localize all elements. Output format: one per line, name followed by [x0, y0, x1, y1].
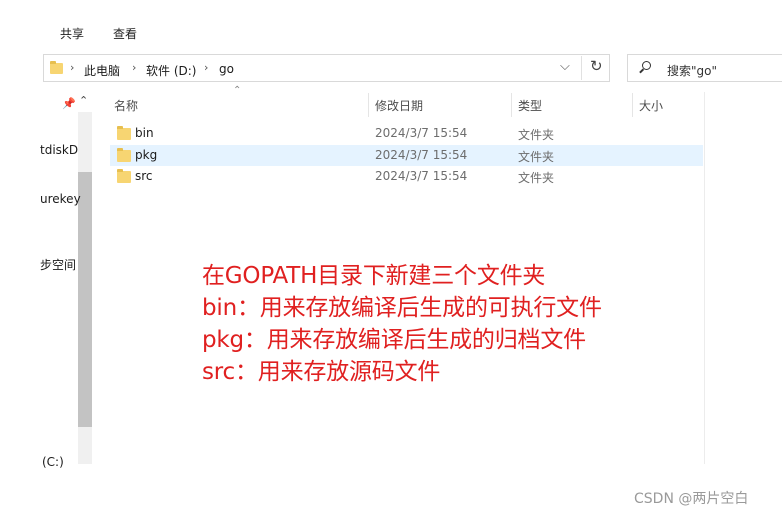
divider [581, 56, 582, 80]
tab-share[interactable]: 共享 [60, 25, 84, 42]
annotation-line: pkg：用来存放编译后生成的归档文件 [202, 327, 586, 353]
divider [704, 92, 705, 464]
refresh-icon[interactable]: ↻ [590, 57, 603, 75]
column-header-name[interactable]: 名称 [114, 97, 138, 114]
file-row[interactable]: pkg 2024/3/7 15:54 文件夹 [110, 145, 703, 166]
file-date: 2024/3/7 15:54 [375, 126, 468, 140]
scrollbar-thumb[interactable] [78, 172, 92, 427]
sort-arrow-icon: ⌃ [233, 85, 242, 96]
chevron-right-icon[interactable]: › [70, 61, 74, 74]
nav-item-drive-c[interactable]: (C:) [42, 455, 64, 469]
breadcrumb-drive-d[interactable]: 软件 (D:) [146, 62, 196, 79]
file-date: 2024/3/7 15:54 [375, 169, 468, 183]
search-box[interactable]: 搜索"go" [627, 54, 782, 82]
chevron-right-icon[interactable]: › [204, 61, 208, 74]
file-name: pkg [135, 148, 158, 162]
file-name: src [135, 169, 153, 183]
file-type: 文件夹 [518, 150, 555, 164]
file-row[interactable]: src 2024/3/7 15:54 文件夹 [110, 166, 703, 187]
address-bar[interactable]: › 此电脑 › 软件 (D:) › go [43, 54, 610, 82]
breadcrumb-this-pc[interactable]: 此电脑 [84, 62, 120, 79]
annotation-line: bin：用来存放编译后生成的可执行文件 [202, 295, 602, 321]
pin-icon[interactable]: 📌 [62, 97, 76, 110]
file-row[interactable]: bin 2024/3/7 15:54 文件夹 [110, 123, 703, 144]
folder-icon [117, 169, 131, 183]
chevron-right-icon[interactable]: › [132, 61, 136, 74]
watermark: CSDN @两片空白 [634, 491, 749, 507]
annotation-line: src：用来存放源码文件 [202, 359, 441, 385]
file-name: bin [135, 126, 154, 140]
file-type: 文件夹 [518, 171, 555, 185]
column-divider[interactable] [511, 93, 512, 117]
file-type: 文件夹 [518, 128, 555, 142]
nav-item[interactable]: tdiskD [40, 143, 78, 157]
folder-icon [117, 126, 131, 140]
tab-view[interactable]: 查看 [113, 25, 137, 42]
annotation-line: 在GOPATH目录下新建三个文件夹 [202, 263, 546, 289]
column-divider[interactable] [368, 93, 369, 117]
folder-icon [117, 148, 131, 162]
folder-icon [50, 61, 63, 74]
nav-item[interactable]: urekey [40, 192, 81, 206]
file-date: 2024/3/7 15:54 [375, 148, 468, 162]
search-input[interactable]: 搜索"go" [667, 62, 717, 79]
ribbon: 共享 查看 [0, 0, 782, 48]
column-header-size[interactable]: 大小 [639, 97, 663, 114]
nav-item[interactable]: 步空间 [40, 256, 76, 273]
breadcrumb-go[interactable]: go [219, 62, 234, 76]
search-icon [642, 61, 651, 70]
column-header-type[interactable]: 类型 [518, 97, 542, 114]
scroll-up-icon[interactable]: ⌃ [79, 94, 88, 107]
chevron-down-icon[interactable]: ⌵ [560, 59, 570, 74]
column-divider[interactable] [632, 93, 633, 117]
column-header-date[interactable]: 修改日期 [375, 97, 423, 114]
